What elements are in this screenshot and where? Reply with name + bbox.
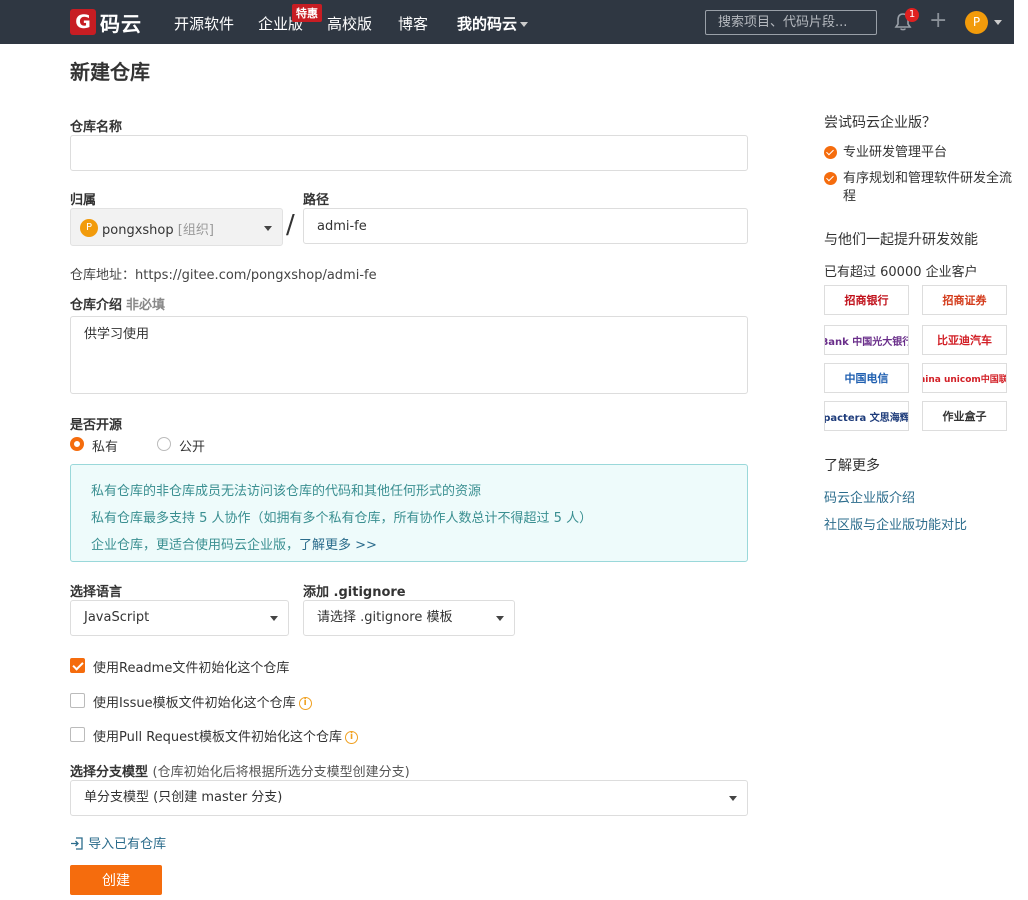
chevron-down-icon	[520, 22, 529, 27]
promo-badge: 特惠	[292, 4, 322, 22]
customer-logo: 中国电信	[824, 363, 909, 393]
notice-line: 私有仓库最多支持 5 人协作（如拥有多个私有仓库，所有协作人数总计不得超过 5 …	[91, 511, 593, 526]
desc-label-text: 仓库介绍	[70, 298, 123, 313]
feature-item: 专业研发管理平台	[824, 144, 1014, 164]
owner-name: pongxshop [组织]	[102, 219, 214, 238]
gitignore-select-value: 请选择 .gitignore 模板	[317, 610, 453, 625]
customer-logo: 招商证券	[922, 285, 1007, 315]
notice-line: 企业仓库，更适合使用码云企业版，了解更多 >>	[91, 534, 377, 553]
branch-model-hint: (仓库初始化后将根据所选分支模型创建分支)	[152, 765, 410, 780]
search-input[interactable]	[705, 10, 877, 35]
repo-address: 仓库地址：https://gitee.com/pongxshop/admi-fe	[70, 268, 377, 283]
import-repo-link[interactable]: 导入已有仓库	[70, 833, 166, 852]
repo-name-input[interactable]	[70, 135, 748, 171]
compare-editions-link[interactable]: 社区版与企业版功能对比	[824, 514, 967, 533]
feature-text: 专业研发管理平台	[843, 145, 948, 160]
desc-optional-hint: 非必填	[126, 298, 166, 313]
feature-text: 有序规划和管理软件研发全流程	[843, 171, 1013, 204]
owner-name-text: pongxshop	[102, 223, 174, 238]
customer-logo: pactera 文思海辉	[824, 401, 909, 431]
page-title: 新建仓库	[70, 60, 150, 84]
readme-checkbox-label[interactable]: 使用Readme文件初始化这个仓库	[93, 657, 289, 676]
caret-down-icon	[270, 616, 278, 621]
caret-down-icon	[729, 796, 737, 801]
private-repo-notice: 私有仓库的非仓库成员无法访问该仓库的代码和其他任何形式的资源 私有仓库最多支持 …	[70, 464, 748, 562]
try-enterprise-title: 尝试码云企业版？	[824, 115, 936, 131]
path-label: 路径	[303, 193, 330, 208]
gitee-logo-mark: G	[70, 9, 96, 35]
nav-university[interactable]: 高校版	[327, 13, 372, 34]
desc-textarea[interactable]: 供学习使用	[70, 316, 748, 394]
language-select[interactable]: JavaScript	[70, 600, 289, 636]
branch-model-value: 单分支模型 (只创建 master 分支)	[84, 790, 283, 805]
gitee-logo[interactable]: G 码云	[70, 9, 142, 36]
check-circle-icon	[824, 146, 837, 159]
nav-my-gitee-label: 我的码云	[457, 15, 518, 33]
customer-logo: 作业盒子	[922, 401, 1007, 431]
issue-template-checkbox[interactable]	[70, 693, 85, 708]
pr-template-checkbox-row[interactable]: 使用Pull Request模板文件初始化这个仓库 i	[93, 726, 359, 745]
customer-logo: China unicom中国联通	[922, 363, 1007, 393]
owner-type: [组织]	[177, 223, 214, 238]
import-repo-label: 导入已有仓库	[88, 837, 167, 852]
caret-down-icon	[496, 616, 504, 621]
branch-model-select[interactable]: 单分支模型 (只创建 master 分支)	[70, 780, 748, 816]
gitignore-label: 添加 .gitignore	[303, 585, 406, 600]
customer-logo: Bank 中国光大银行	[824, 325, 909, 355]
path-separator: /	[286, 210, 295, 240]
user-avatar[interactable]: P	[965, 11, 988, 34]
language-label: 选择语言	[70, 585, 123, 600]
owner-avatar: P	[80, 219, 98, 237]
branch-model-label-text: 选择分支模型	[70, 765, 149, 780]
pr-template-checkbox-label: 使用Pull Request模板文件初始化这个仓库	[93, 730, 343, 745]
learn-more-link[interactable]: 了解更多 >>	[299, 538, 377, 553]
chevron-down-icon[interactable]	[994, 20, 1002, 25]
create-button[interactable]: 创建	[70, 865, 162, 895]
readme-checkbox[interactable]	[70, 658, 85, 673]
notice-line-text: 企业仓库，更适合使用码云企业版，	[91, 538, 300, 553]
issue-template-checkbox-row[interactable]: 使用Issue模板文件初始化这个仓库 i	[93, 692, 312, 711]
feature-item: 有序规划和管理软件研发全流程	[824, 170, 1014, 210]
gitignore-select[interactable]: 请选择 .gitignore 模板	[303, 600, 515, 636]
check-circle-icon	[824, 172, 837, 185]
radio-public-label[interactable]: 公开	[179, 436, 205, 455]
plus-icon[interactable]: +	[929, 10, 947, 32]
nav-open-source[interactable]: 开源软件	[174, 13, 234, 34]
import-icon	[71, 837, 83, 850]
desc-label: 仓库介绍 非必填	[70, 294, 165, 313]
nav-blog[interactable]: 博客	[398, 13, 428, 34]
path-input[interactable]	[303, 208, 748, 244]
radio-private-label[interactable]: 私有	[92, 436, 118, 455]
pr-template-checkbox[interactable]	[70, 727, 85, 742]
radio-private[interactable]	[70, 437, 84, 451]
customer-logo: 招商银行	[824, 285, 909, 315]
owner-select[interactable]: P pongxshop [组织]	[70, 208, 283, 246]
branch-model-label: 选择分支模型 (仓库初始化后将根据所选分支模型创建分支)	[70, 761, 410, 780]
visibility-label: 是否开源	[70, 418, 123, 433]
enterprise-intro-link[interactable]: 码云企业版介绍	[824, 487, 915, 506]
info-icon[interactable]: i	[298, 697, 312, 710]
caret-down-icon	[264, 226, 272, 231]
notice-line: 私有仓库的非仓库成员无法访问该仓库的代码和其他任何形式的资源	[91, 484, 482, 499]
notification-badge: 1	[905, 8, 919, 22]
customers-count: 已有超过 60000 企业客户	[824, 265, 978, 280]
info-icon[interactable]: i	[345, 731, 359, 744]
language-select-value: JavaScript	[84, 610, 150, 625]
radio-public[interactable]	[157, 437, 171, 451]
issue-template-checkbox-label: 使用Issue模板文件初始化这个仓库	[93, 696, 296, 711]
customer-logo: 比亚迪汽车	[922, 325, 1007, 355]
gitee-logo-text: 码云	[100, 11, 142, 36]
repo-name-label: 仓库名称	[70, 120, 123, 135]
owner-label: 归属	[70, 193, 97, 208]
top-navbar: G 码云 开源软件 企业版 特惠 高校版 博客 我的码云 1 + P	[0, 0, 1014, 44]
learn-more-title: 了解更多	[824, 458, 880, 474]
nav-my-gitee[interactable]: 我的码云	[457, 13, 529, 34]
together-title: 与他们一起提升研发效能	[824, 232, 978, 248]
